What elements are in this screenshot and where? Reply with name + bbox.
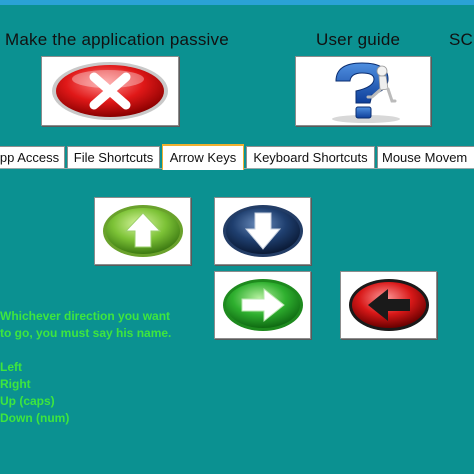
tab-file-shortcuts[interactable]: File Shortcuts	[67, 146, 160, 168]
instructions: Whichever direction you want to go, you …	[0, 308, 210, 427]
tab-app-access[interactable]: pp Access	[0, 146, 65, 168]
command-right: Right	[0, 377, 31, 391]
instruction-spacer	[0, 342, 210, 359]
make-passive-button[interactable]	[41, 56, 179, 126]
arrow-left-icon	[348, 279, 429, 331]
arrow-left-button[interactable]	[340, 271, 437, 339]
close-x-icon	[52, 62, 168, 120]
arrow-down-icon	[222, 205, 303, 257]
user-guide-title: User guide	[316, 30, 401, 49]
shortcuts-title: SC	[449, 30, 474, 49]
tab-arrow-keys[interactable]: Arrow Keys	[162, 144, 244, 170]
arrow-right-icon	[222, 279, 303, 331]
arrow-up-button[interactable]	[94, 197, 191, 265]
arrow-down-button[interactable]	[214, 197, 311, 265]
arrow-up-icon	[102, 205, 183, 257]
instruction-line-1: Whichever direction you want	[0, 309, 171, 323]
command-left: Left	[0, 360, 22, 374]
arrow-right-button[interactable]	[214, 271, 311, 339]
question-mark-person-icon	[332, 62, 400, 123]
window-top-edge	[0, 0, 474, 5]
tab-keyboard-shortcuts[interactable]: Keyboard Shortcuts	[246, 146, 375, 168]
tab-mouse-movement[interactable]: Mouse Movem	[377, 146, 474, 168]
instruction-line-2: to go, you must say his name.	[0, 326, 172, 340]
arrow-keys-window: Make the application passive User guide …	[0, 0, 474, 474]
passive-title: Make the application passive	[5, 30, 229, 49]
command-down: Down (num)	[0, 411, 70, 425]
user-guide-button[interactable]	[295, 56, 431, 126]
command-up: Up (caps)	[0, 394, 55, 408]
tab-bar: pp Access File Shortcuts Arrow Keys Keyb…	[0, 144, 474, 170]
